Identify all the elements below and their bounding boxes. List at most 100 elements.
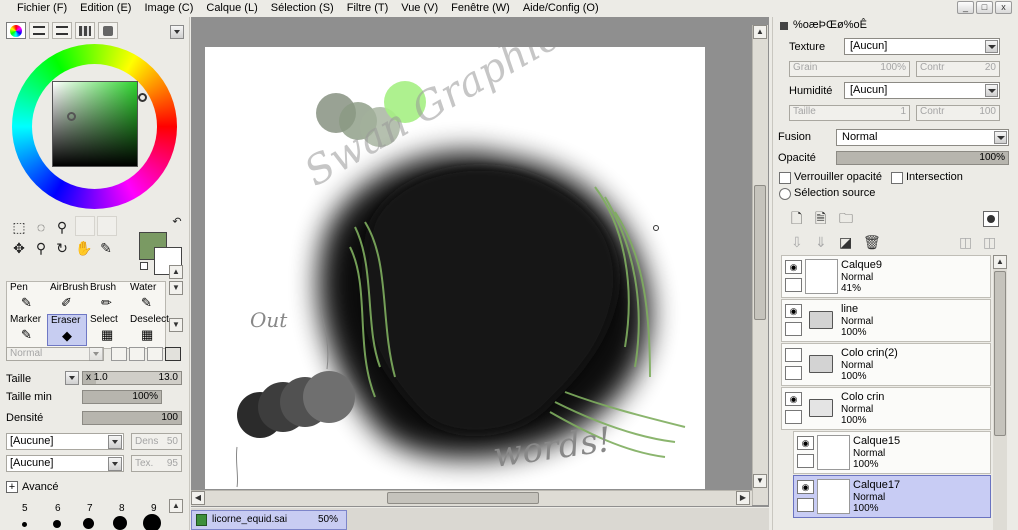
menu-item[interactable]: Filtre (T) bbox=[344, 2, 399, 14]
brush-size-dot[interactable] bbox=[53, 520, 61, 528]
eye-icon[interactable]: ◉ bbox=[797, 436, 814, 450]
layer-lock-toggle[interactable] bbox=[785, 410, 802, 424]
hsv-sliders-tab[interactable] bbox=[52, 22, 72, 39]
menu-item[interactable]: Vue (V) bbox=[398, 2, 448, 14]
horizontal-scroll-thumb[interactable] bbox=[387, 492, 539, 504]
densite-slider[interactable]: 100 bbox=[82, 411, 182, 425]
brush-eraser[interactable]: Eraser ◆ bbox=[47, 314, 87, 346]
eye-icon[interactable]: ◉ bbox=[785, 392, 802, 406]
brush-shape-round-button[interactable] bbox=[111, 347, 127, 361]
brush-select[interactable]: Select ▦ bbox=[87, 314, 127, 346]
lock-opacity-checkbox[interactable] bbox=[779, 172, 791, 184]
brush-shape-square-button[interactable] bbox=[165, 347, 181, 361]
brush-pen[interactable]: Pen ✎ bbox=[7, 282, 47, 314]
hue-picker[interactable] bbox=[138, 93, 147, 102]
taille-slider[interactable]: x 1.0 13.0 bbox=[82, 371, 182, 385]
layer-mask-icon[interactable] bbox=[983, 211, 999, 227]
layer-lock-toggle[interactable] bbox=[797, 454, 814, 468]
dropdown-arrow-icon[interactable] bbox=[994, 131, 1007, 144]
merge-down-icon[interactable]: ⇓ bbox=[815, 234, 827, 250]
scroll-right-button[interactable]: ▶ bbox=[736, 491, 750, 505]
eye-icon[interactable]: ◉ bbox=[797, 480, 814, 494]
eye-icon[interactable]: ◉ bbox=[785, 304, 802, 318]
layer-item[interactable]: ◉ line Normal 100% bbox=[781, 299, 991, 342]
intersection-checkbox[interactable] bbox=[891, 172, 903, 184]
drawing-canvas[interactable]: Out words! Swan Graphic bbox=[205, 47, 705, 489]
grain-slider[interactable]: Grain 100% bbox=[789, 61, 910, 77]
layer-scroll-thumb[interactable] bbox=[994, 271, 1006, 436]
swap-colors-icon[interactable]: ↶ bbox=[168, 213, 186, 231]
layer-item[interactable]: ◉ Calque9 Normal 41% bbox=[781, 255, 991, 298]
brush-size-scroll-button[interactable]: ▲ bbox=[169, 499, 183, 513]
brush-marker[interactable]: Marker ✎ bbox=[7, 314, 47, 346]
brush-size-dot[interactable] bbox=[113, 516, 127, 530]
brush-shape-texture-field[interactable]: Tex. 95 bbox=[131, 455, 182, 472]
hand-icon[interactable]: ✋ bbox=[75, 239, 93, 257]
menu-item[interactable]: Fichier (F) bbox=[14, 2, 77, 14]
brush-edit-icon[interactable] bbox=[797, 498, 814, 512]
layer-item-selected[interactable]: ◉ Calque17 Normal 100% bbox=[793, 475, 991, 518]
dropdown-arrow-icon[interactable] bbox=[985, 84, 998, 97]
opacity-slider[interactable]: 100% bbox=[836, 151, 1009, 165]
saturation-value-square[interactable] bbox=[52, 81, 138, 167]
delete-mask-icon[interactable]: ◫ bbox=[983, 234, 996, 250]
new-folder-icon[interactable]: 🗀 bbox=[839, 210, 853, 226]
rgb-sliders-tab[interactable] bbox=[29, 22, 49, 39]
eye-icon[interactable]: ◉ bbox=[785, 260, 802, 274]
empty-tool-slot[interactable] bbox=[97, 216, 117, 236]
color-wheel-tab[interactable] bbox=[6, 22, 26, 39]
brush-brush[interactable]: Brush ✏ bbox=[87, 282, 127, 314]
maximize-button[interactable]: □ bbox=[976, 1, 993, 14]
eye-hidden-icon[interactable] bbox=[785, 348, 802, 362]
taille-range-dropdown[interactable] bbox=[65, 371, 79, 385]
swatches-tab[interactable] bbox=[75, 22, 95, 39]
menu-item[interactable]: Edition (E) bbox=[77, 2, 141, 14]
brush-shape-dropdown-button[interactable] bbox=[108, 457, 122, 471]
scroll-up-button[interactable]: ▲ bbox=[753, 25, 767, 39]
reset-colors-icon[interactable] bbox=[140, 262, 148, 270]
clear-layer-icon[interactable]: ◪ bbox=[839, 234, 852, 250]
minimize-button[interactable]: _ bbox=[957, 1, 974, 14]
color-panel-menu-button[interactable] bbox=[170, 25, 184, 39]
menu-item[interactable]: Sélection (S) bbox=[268, 2, 344, 14]
effect-contrast-slider[interactable]: Contr 100 bbox=[916, 105, 1000, 121]
brush-scroll-down-button[interactable]: ▼ bbox=[169, 318, 183, 332]
lasso-icon[interactable]: ◌ bbox=[32, 218, 50, 236]
layer-list-scrollbar[interactable]: ▲ bbox=[993, 255, 1007, 530]
layer-lock-toggle[interactable] bbox=[785, 366, 802, 380]
menu-item[interactable]: Fenêtre (W) bbox=[448, 2, 520, 14]
vertical-scroll-thumb[interactable] bbox=[754, 185, 766, 320]
layer-item[interactable]: Colo crin(2) Normal 100% bbox=[781, 343, 991, 386]
brush-water[interactable]: Water ✎ bbox=[127, 282, 167, 314]
paper-texture-combo[interactable]: [Aucune] bbox=[6, 433, 124, 450]
new-linework-layer-icon[interactable]: 🗎 bbox=[815, 210, 826, 226]
canvas-viewport[interactable]: Out words! Swan Graphic ▲ ▼ ◀ ▶ bbox=[191, 17, 769, 507]
layer-effect-combo[interactable]: [Aucun] bbox=[844, 82, 1000, 99]
canvas-vertical-scrollbar[interactable]: ▲ ▼ bbox=[752, 25, 768, 505]
document-tab[interactable]: licorne_equid.sai 50% bbox=[191, 510, 347, 530]
brush-shape-soft-button[interactable] bbox=[129, 347, 145, 361]
brush-size-dot[interactable] bbox=[22, 522, 27, 527]
brush-shape-flat-button[interactable] bbox=[147, 347, 163, 361]
brush-scroll-mid-button[interactable]: ▼ bbox=[169, 281, 183, 295]
canvas-horizontal-scrollbar[interactable]: ◀ ▶ bbox=[191, 490, 752, 506]
rect-select-icon[interactable]: ⬚ bbox=[10, 218, 28, 236]
layer-item[interactable]: ◉ Colo crin Normal 100% bbox=[781, 387, 991, 430]
delete-layer-icon[interactable]: 🗑 bbox=[863, 234, 881, 250]
texture-contrast-slider[interactable]: Contr 20 bbox=[916, 61, 1000, 77]
brush-deselect[interactable]: Deselect ▦ bbox=[127, 314, 169, 346]
effect-size-slider[interactable]: Taille 1 bbox=[789, 105, 910, 121]
brush-scroll-up-button[interactable]: ▲ bbox=[169, 265, 183, 279]
scratchpad-tab[interactable] bbox=[98, 22, 118, 39]
move-icon[interactable]: ✥ bbox=[10, 239, 28, 257]
scroll-left-button[interactable]: ◀ bbox=[191, 491, 205, 505]
empty-tool-slot[interactable] bbox=[75, 216, 95, 236]
brush-size-dot[interactable] bbox=[143, 514, 161, 530]
brush-size-dot[interactable] bbox=[83, 518, 94, 529]
taille-min-slider[interactable]: 100% bbox=[82, 390, 162, 404]
menu-item[interactable]: Aide/Config (O) bbox=[520, 2, 609, 14]
layer-item[interactable]: ◉ Calque15 Normal 100% bbox=[793, 431, 991, 474]
zoom-icon[interactable]: ⚲ bbox=[32, 239, 50, 257]
blend-mode-combo[interactable]: Normal bbox=[836, 129, 1009, 146]
transfer-down-icon[interactable]: ⇩ bbox=[791, 234, 803, 250]
